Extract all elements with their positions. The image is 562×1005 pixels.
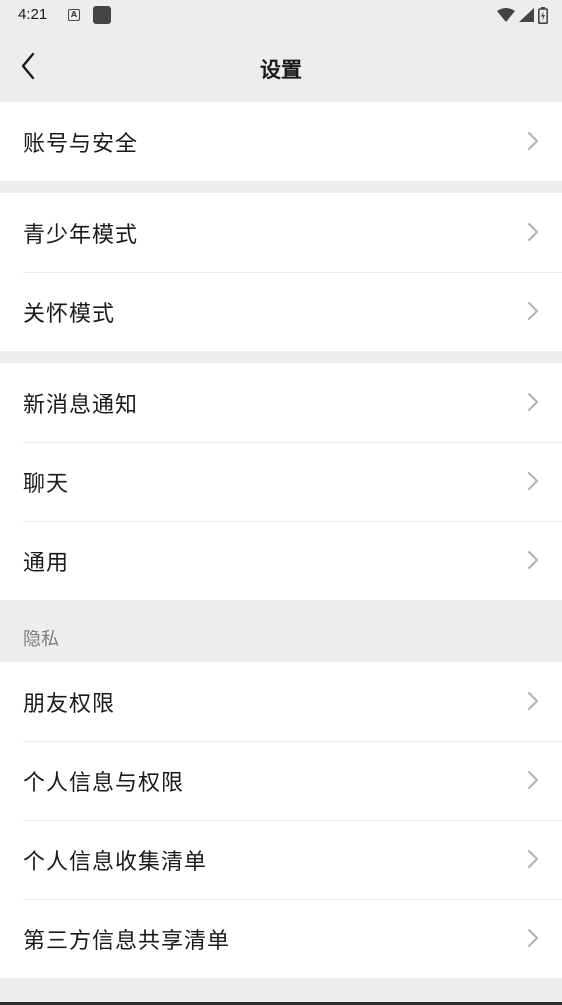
settings-row-account-security[interactable]: 账号与安全	[0, 102, 562, 181]
settings-row-teen-mode[interactable]: 青少年模式	[0, 193, 562, 272]
chevron-right-icon	[528, 302, 538, 320]
row-label: 通用	[23, 550, 70, 576]
chevron-right-icon	[528, 223, 538, 241]
chevron-right-icon	[528, 850, 538, 868]
chevron-right-icon	[528, 929, 538, 947]
row-label: 聊天	[23, 471, 70, 497]
chevron-right-icon	[528, 472, 538, 490]
settings-row-general[interactable]: 通用	[0, 521, 562, 600]
settings-row-chat[interactable]: 聊天	[0, 442, 562, 521]
chevron-right-icon	[528, 692, 538, 710]
row-label: 账号与安全	[23, 131, 139, 157]
row-label: 朋友权限	[23, 691, 116, 717]
square-app-icon	[93, 6, 111, 24]
chevron-right-icon	[528, 551, 538, 569]
chevron-right-icon	[528, 393, 538, 411]
settings-group-account: 账号与安全	[0, 102, 562, 181]
settings-group-privacy: 朋友权限 个人信息与权限 个人信息收集清单 第三方信息共享清单	[0, 662, 562, 978]
text-a-icon: A	[68, 9, 80, 21]
settings-group-modes: 青少年模式 关怀模式	[0, 193, 562, 351]
status-right-icons	[497, 6, 548, 24]
section-header-privacy: 隐私	[0, 601, 562, 662]
row-label: 青少年模式	[23, 222, 139, 248]
settings-row-care-mode[interactable]: 关怀模式	[0, 272, 562, 351]
row-label: 个人信息与权限	[23, 770, 185, 796]
chevron-right-icon	[528, 132, 538, 150]
settings-screen: 4:21 A 设置 账号与安全 青少年模式 关怀模式 新消息通知 聊天 通用 隐…	[0, 0, 562, 1005]
chevron-right-icon	[528, 771, 538, 789]
page-title: 设置	[260, 58, 302, 82]
settings-row-notifications[interactable]: 新消息通知	[0, 363, 562, 442]
section-header-label: 隐私	[23, 629, 59, 650]
settings-row-personal-info-permissions[interactable]: 个人信息与权限	[0, 741, 562, 820]
signal-icon	[519, 8, 534, 22]
status-time: 4:21	[18, 6, 48, 23]
row-label: 关怀模式	[23, 301, 116, 327]
row-label: 第三方信息共享清单	[23, 928, 231, 954]
settings-row-friend-permissions[interactable]: 朋友权限	[0, 662, 562, 741]
battery-icon	[538, 6, 548, 24]
settings-row-personal-info-collection[interactable]: 个人信息收集清单	[0, 820, 562, 899]
settings-group-general: 新消息通知 聊天 通用	[0, 363, 562, 600]
row-label: 个人信息收集清单	[23, 849, 208, 875]
status-bar: 4:21 A	[0, 0, 562, 32]
wifi-icon	[497, 8, 515, 22]
title-bar: 设置	[0, 32, 562, 102]
row-label: 新消息通知	[23, 392, 139, 418]
settings-row-third-party-sharing[interactable]: 第三方信息共享清单	[0, 899, 562, 978]
